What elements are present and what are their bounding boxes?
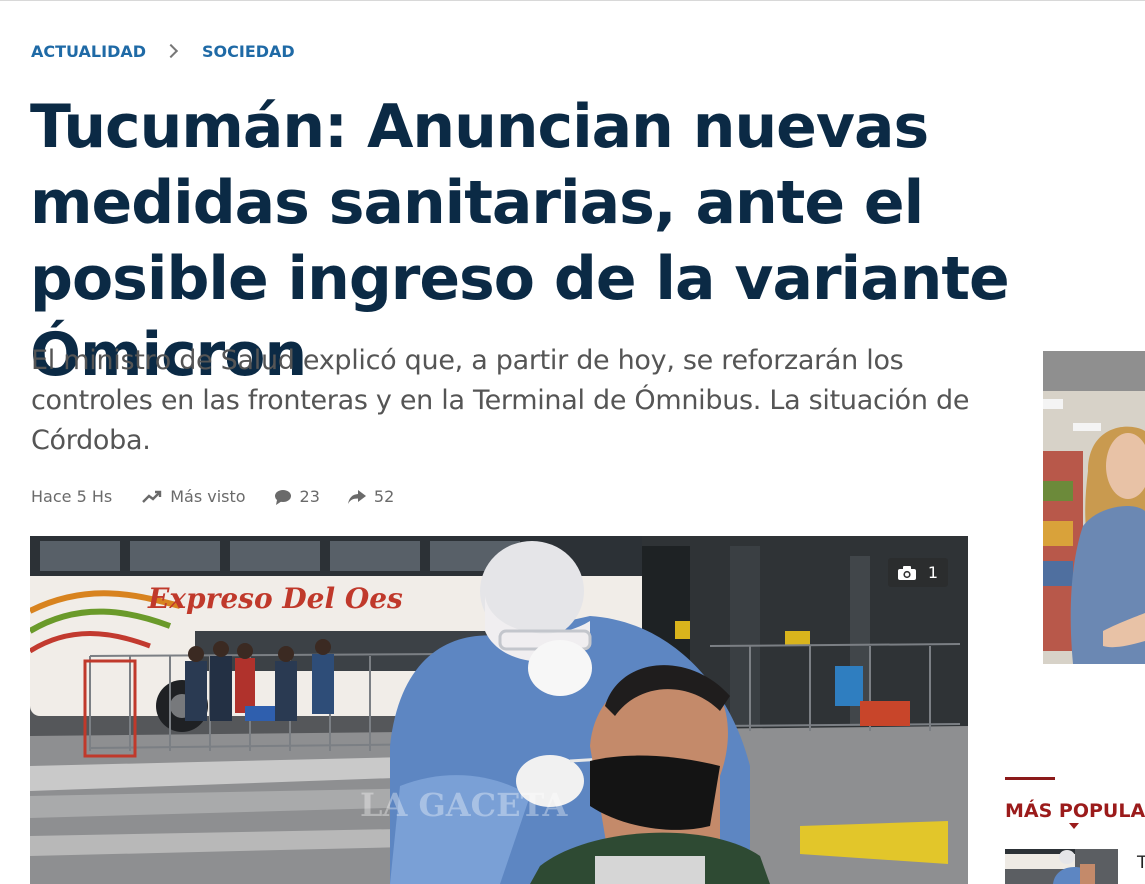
article-photo[interactable]: Expreso Del Oes LA GACETA 1 [30,536,968,884]
breadcrumb: ACTUALIDAD SOCIEDAD [31,42,295,61]
chevron-right-icon [163,43,179,58]
most-viewed-link[interactable]: Más visto [142,487,246,506]
breadcrumb-link-sociedad[interactable]: SOCIEDAD [202,42,295,61]
photo-terminal-scene: Expreso Del Oes LA GACETA [30,536,968,884]
comments-link[interactable]: 23 [274,487,320,506]
most-viewed-label: Más visto [170,487,246,506]
photo-count: 1 [927,563,938,582]
ad-woman-shopping-image [1043,351,1145,664]
popular-heading: MÁS POPULAR [1005,800,1145,822]
side-ad-image[interactable] [1043,351,1145,664]
popular-item-thumbnail[interactable] [1005,849,1118,884]
share-link[interactable]: 52 [347,487,395,506]
share-icon [347,489,366,504]
popular-divider [1005,777,1055,780]
share-count: 52 [373,487,395,506]
popular-thumb-image [1005,849,1118,884]
breadcrumb-link-actualidad[interactable]: ACTUALIDAD [31,42,146,61]
trending-icon [142,490,162,503]
svg-text:LA GACETA: LA GACETA [360,786,569,824]
article-meta: Hace 5 Hs Más visto 23 52 [31,487,422,506]
article-subtitle: El ministro de Salud explicó que, a part… [31,345,970,456]
svg-text:Expreso Del Oes: Expreso Del Oes [147,582,403,615]
caret-down-icon [1069,823,1079,829]
popular-item-title[interactable]: T [1137,853,1145,873]
publish-time: Hace 5 Hs [31,487,113,506]
photo-count-badge[interactable]: 1 [887,558,948,587]
comment-count: 23 [299,487,320,506]
comment-icon [274,489,291,505]
camera-icon [897,565,916,580]
